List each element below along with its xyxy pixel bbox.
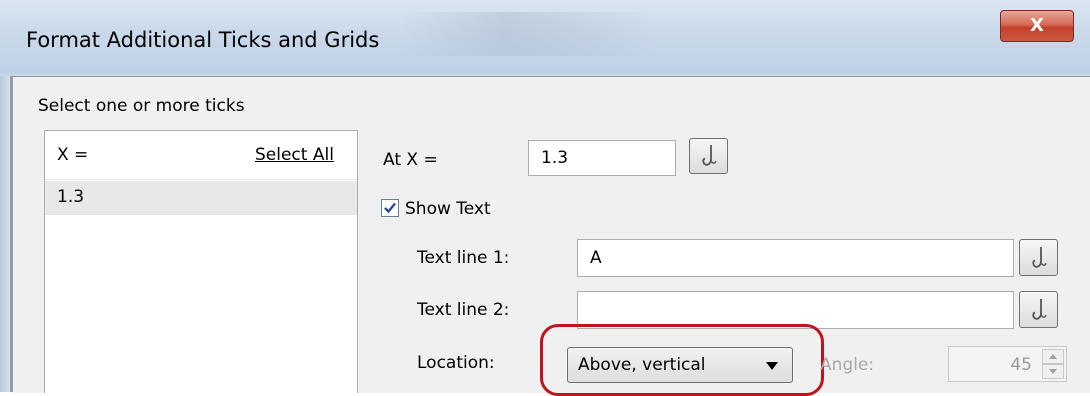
at-x-label: At X = — [383, 150, 438, 170]
text-line-1-label: Text line 1: — [417, 248, 510, 268]
tick-list-header: X = Select All — [45, 131, 357, 180]
location-selected-value: Above, vertical — [578, 355, 706, 375]
angle-value: 45 — [1010, 355, 1032, 375]
close-button[interactable]: X — [1000, 10, 1074, 42]
select-all-link[interactable]: Select All — [255, 145, 334, 165]
text-line-1-pick-button[interactable] — [1019, 239, 1058, 276]
show-text-label: Show Text — [405, 199, 491, 219]
location-dropdown[interactable]: Above, vertical — [567, 347, 793, 383]
spinner-down-icon[interactable] — [1042, 364, 1064, 379]
window-title: Format Additional Ticks and Grids — [26, 28, 380, 52]
hook-icon — [701, 145, 717, 166]
text-line-2-pick-button[interactable] — [1019, 291, 1058, 328]
window-left-border — [0, 76, 10, 392]
at-x-pick-button[interactable] — [689, 138, 728, 174]
checkmark-icon — [384, 202, 396, 214]
angle-spinner[interactable]: 45 — [948, 346, 1067, 382]
title-bar-background-ghost — [400, 12, 660, 56]
tick-section-label: Select one or more ticks — [38, 96, 245, 116]
at-x-input[interactable] — [528, 140, 676, 176]
spinner-up-icon[interactable] — [1042, 349, 1064, 364]
list-item[interactable]: 1.3 — [45, 181, 357, 215]
list-item-label: 1.3 — [57, 187, 85, 207]
hook-icon — [1031, 298, 1047, 320]
chevron-down-icon — [766, 362, 778, 370]
text-line-2-input[interactable] — [577, 291, 1014, 329]
location-label: Location: — [417, 353, 495, 373]
text-line-2-label: Text line 2: — [417, 300, 510, 320]
angle-label: Angle: — [820, 355, 875, 375]
hook-icon — [1031, 246, 1047, 268]
text-line-1-input[interactable] — [577, 239, 1014, 277]
tick-list[interactable]: X = Select All 1.3 — [44, 130, 358, 393]
show-text-checkbox[interactable] — [381, 199, 399, 217]
tick-list-column-header: X = — [57, 145, 89, 165]
